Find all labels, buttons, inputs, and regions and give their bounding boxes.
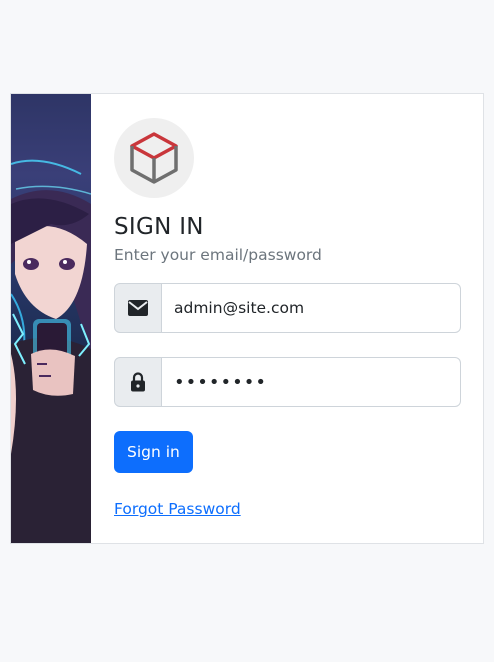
side-illustration bbox=[11, 94, 91, 543]
page-title: SIGN IN bbox=[114, 214, 204, 240]
sign-in-button[interactable]: Sign in bbox=[114, 431, 193, 473]
password-field[interactable] bbox=[162, 357, 461, 407]
login-form: SIGN IN Enter your email/password Si bbox=[91, 94, 483, 543]
password-input-group bbox=[114, 357, 461, 407]
page-subtitle: Enter your email/password bbox=[114, 246, 322, 264]
lock-icon bbox=[114, 357, 162, 407]
forgot-password-link[interactable]: Forgot Password bbox=[114, 500, 241, 518]
envelope-icon bbox=[114, 283, 162, 333]
email-input-group bbox=[114, 283, 461, 333]
login-card: SIGN IN Enter your email/password Si bbox=[10, 93, 484, 544]
cube-logo-icon bbox=[114, 118, 194, 198]
email-field[interactable] bbox=[162, 283, 461, 333]
